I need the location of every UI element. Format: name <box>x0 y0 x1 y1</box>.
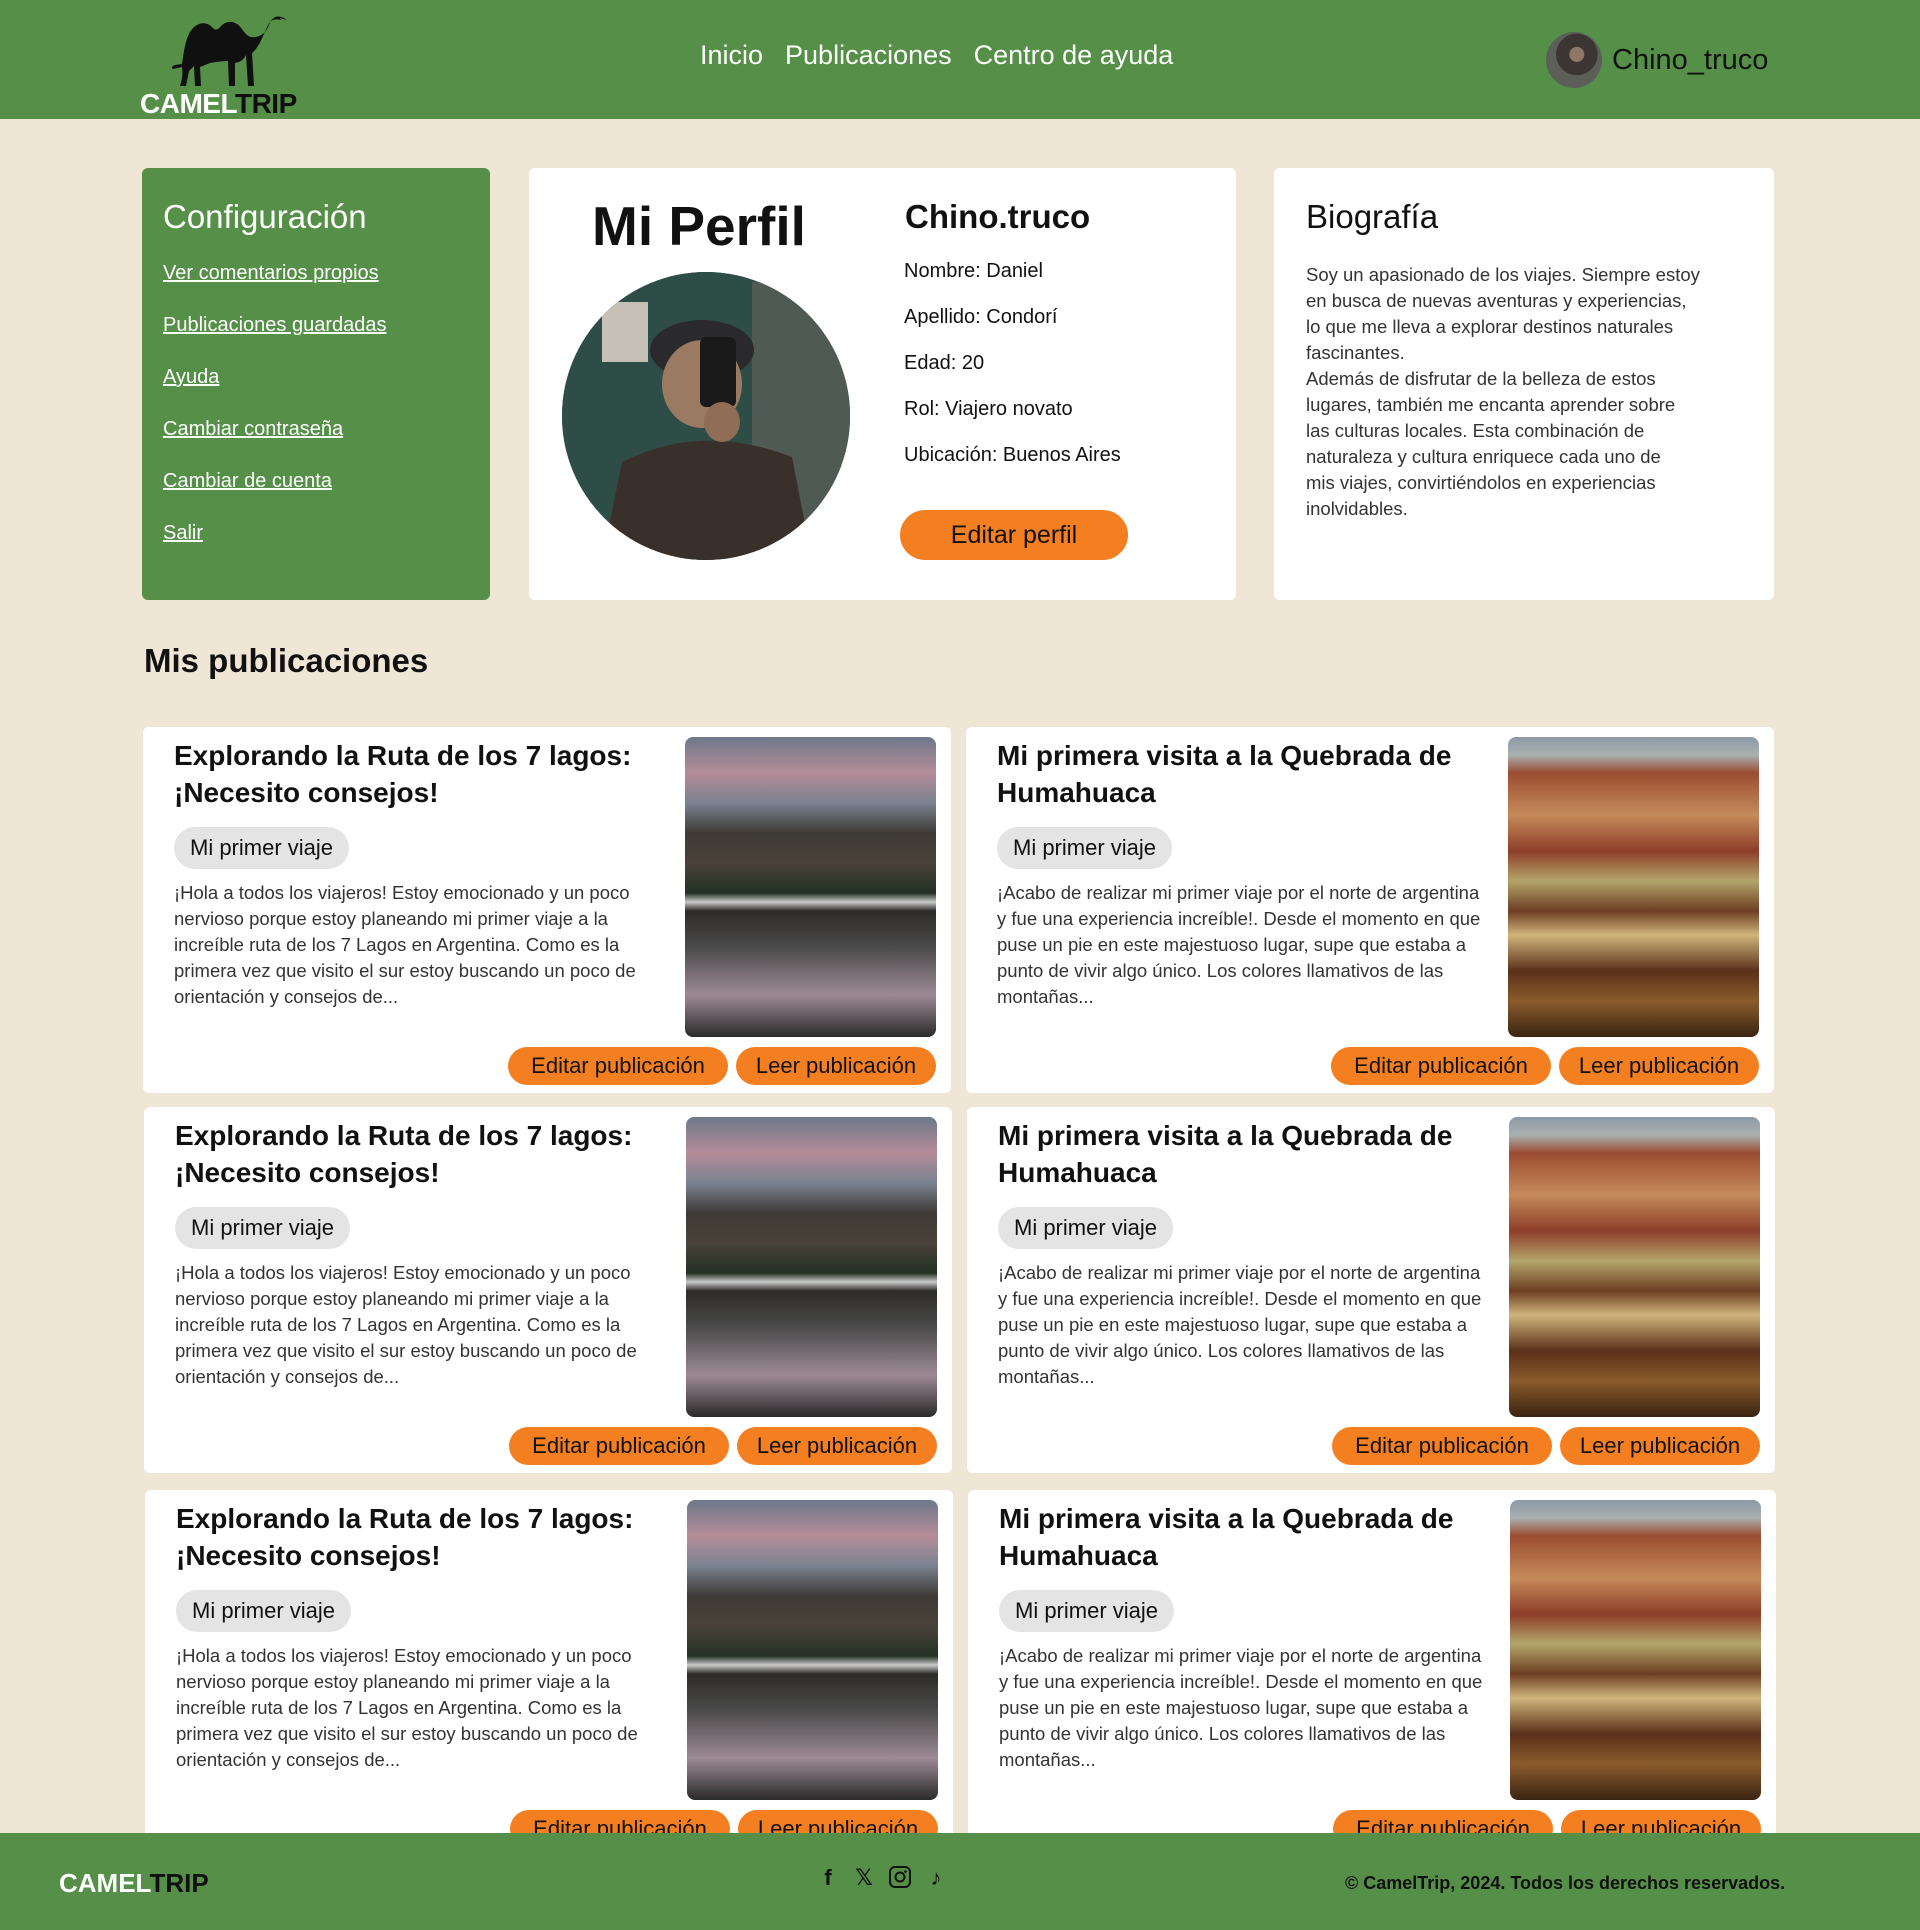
edit-profile-button[interactable]: Editar perfil <box>900 510 1128 560</box>
instagram-icon[interactable] <box>887 1865 913 1891</box>
link-publicaciones-guardadas[interactable]: Publicaciones guardadas <box>163 314 387 336</box>
post-tag[interactable]: Mi primer viaje <box>174 827 350 869</box>
link-salir[interactable]: Salir <box>163 522 203 544</box>
link-ver-comentarios[interactable]: Ver comentarios propios <box>163 262 379 284</box>
post-excerpt: ¡Hola a todos los viajeros! Estoy emocio… <box>175 1262 637 1387</box>
camel-icon <box>171 16 287 87</box>
profile-title: Mi Perfil <box>592 195 806 257</box>
link-cambiar-contrasena[interactable]: Cambiar contraseña <box>163 418 343 440</box>
user-avatar[interactable] <box>1546 32 1602 88</box>
post-excerpt: ¡Acabo de realizar mi primer viaje por e… <box>997 882 1481 1007</box>
config-panel: Configuración Ver comentarios propios Pu… <box>142 168 490 600</box>
post-card: Mi primera visita a la Quebrada de Humah… <box>967 1107 1775 1473</box>
post-excerpt: ¡Acabo de realizar mi primer viaje por e… <box>998 1262 1482 1387</box>
edit-post-button[interactable]: Editar publicación <box>509 1427 729 1465</box>
post-card: Explorando la Ruta de los 7 lagos: ¡Nece… <box>145 1490 953 1856</box>
post-excerpt: ¡Hola a todos los viajeros! Estoy emocio… <box>174 882 636 1007</box>
post-tag[interactable]: Mi primer viaje <box>998 1207 1174 1249</box>
bio-card: Biografía Soy un apasionado de los viaje… <box>1274 168 1774 600</box>
post-title[interactable]: Mi primera visita a la Quebrada de Humah… <box>998 1117 1488 1191</box>
profile-ubicacion: Ubicación: Buenos Aires <box>904 444 1121 466</box>
post-title[interactable]: Explorando la Ruta de los 7 lagos: ¡Nece… <box>174 737 664 811</box>
user-menu[interactable]: Chino_truco <box>1546 32 1768 88</box>
read-post-button[interactable]: Leer publicación <box>736 1047 936 1085</box>
posts-section-title: Mis publicaciones <box>144 642 429 679</box>
post-title[interactable]: Explorando la Ruta de los 7 lagos: ¡Nece… <box>176 1500 666 1574</box>
nav-inicio[interactable]: Inicio <box>700 40 763 71</box>
post-excerpt: ¡Hola a todos los viajeros! Estoy emocio… <box>176 1645 638 1770</box>
profile-info-list: Nombre: Daniel Apellido: Condorí Edad: 2… <box>904 260 1121 490</box>
bio-title: Biografía <box>1306 198 1439 235</box>
post-card: Explorando la Ruta de los 7 lagos: ¡Nece… <box>144 1107 952 1473</box>
profile-edad: Edad: 20 <box>904 352 985 374</box>
main-nav: Inicio Publicaciones Centro de ayuda <box>700 40 1173 71</box>
post-image-lake <box>686 1117 937 1417</box>
post-image-quebrada <box>1510 1500 1761 1800</box>
x-icon[interactable]: 𝕏 <box>851 1865 877 1891</box>
post-image-lake <box>685 737 936 1037</box>
edit-post-button[interactable]: Editar publicación <box>1332 1427 1552 1465</box>
post-title[interactable]: Mi primera visita a la Quebrada de Humah… <box>997 737 1487 811</box>
footer: CAMELTRIP f 𝕏 ♪ © CamelTrip, 2024. Todos… <box>0 1833 1920 1930</box>
copyright-text: © CamelTrip, 2024. Todos los derechos re… <box>1345 1873 1786 1893</box>
post-title[interactable]: Mi primera visita a la Quebrada de Humah… <box>999 1500 1489 1574</box>
edit-post-button[interactable]: Editar publicación <box>508 1047 728 1085</box>
link-ayuda[interactable]: Ayuda <box>163 366 219 388</box>
read-post-button[interactable]: Leer publicación <box>737 1427 937 1465</box>
read-post-button[interactable]: Leer publicación <box>1559 1047 1759 1085</box>
edit-post-button[interactable]: Editar publicación <box>1331 1047 1551 1085</box>
logo-wordmark: CAMELTRIP <box>140 88 297 119</box>
facebook-icon[interactable]: f <box>815 1865 841 1891</box>
post-card: Mi primera visita a la Quebrada de Humah… <box>968 1490 1776 1856</box>
social-links: f 𝕏 ♪ <box>815 1865 949 1891</box>
nav-centro-de-ayuda[interactable]: Centro de ayuda <box>974 40 1174 71</box>
config-title: Configuración <box>163 198 367 235</box>
tiktok-icon[interactable]: ♪ <box>923 1865 949 1891</box>
read-post-button[interactable]: Leer publicación <box>1560 1427 1760 1465</box>
post-card: Mi primera visita a la Quebrada de Humah… <box>966 727 1774 1093</box>
post-tag[interactable]: Mi primer viaje <box>176 1590 352 1632</box>
link-cambiar-cuenta[interactable]: Cambiar de cuenta <box>163 470 332 492</box>
footer-logo[interactable]: CAMELTRIP <box>59 1868 209 1899</box>
post-tag[interactable]: Mi primer viaje <box>175 1207 351 1249</box>
post-card: Explorando la Ruta de los 7 lagos: ¡Nece… <box>143 727 951 1093</box>
nav-publicaciones[interactable]: Publicaciones <box>785 40 952 71</box>
post-image-lake <box>687 1500 938 1800</box>
top-header: CAMELTRIP Inicio Publicaciones Centro de… <box>0 0 1920 119</box>
post-image-quebrada <box>1509 1117 1760 1417</box>
bio-text: Soy un apasionado de los viajes. Siempre… <box>1306 264 1700 519</box>
profile-rol: Rol: Viajero novato <box>904 398 1073 420</box>
post-tag[interactable]: Mi primer viaje <box>999 1590 1175 1632</box>
profile-apellido: Apellido: Condorí <box>904 306 1058 328</box>
post-title[interactable]: Explorando la Ruta de los 7 lagos: ¡Nece… <box>175 1117 665 1191</box>
profile-handle: Chino.truco <box>905 198 1091 235</box>
profile-card: Mi Perfil Chino.truco Nombre: Daniel Ape… <box>529 168 1236 600</box>
cameltrip-logo[interactable]: CAMELTRIP <box>140 4 310 119</box>
profile-photo <box>562 272 850 560</box>
post-tag[interactable]: Mi primer viaje <box>997 827 1173 869</box>
post-image-quebrada <box>1508 737 1759 1037</box>
profile-nombre: Nombre: Daniel <box>904 260 1043 282</box>
user-name[interactable]: Chino_truco <box>1612 44 1768 77</box>
profile-avatar <box>562 272 850 560</box>
post-excerpt: ¡Acabo de realizar mi primer viaje por e… <box>999 1645 1483 1770</box>
